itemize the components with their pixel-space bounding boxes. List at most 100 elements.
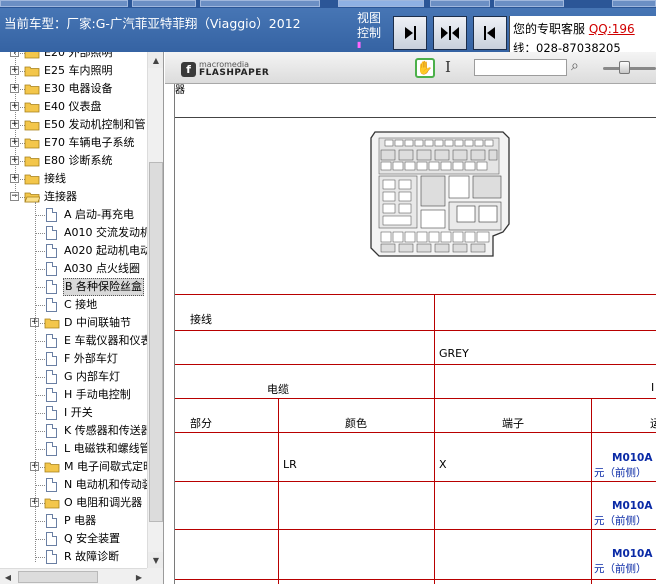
tree-item-label: A020 起动机电动 — [64, 244, 152, 257]
folder-icon — [24, 120, 40, 131]
top-tab-1[interactable] — [0, 0, 128, 7]
tree-item[interactable]: + M 电子间歇式定时 — [0, 458, 154, 476]
search-icon[interactable]: ⌕ — [571, 58, 579, 74]
tree-item-label: A010 交流发动机 — [64, 226, 152, 239]
document-icon — [46, 226, 57, 240]
tree-item[interactable]: R 故障诊断 — [0, 548, 150, 566]
top-tab-4[interactable] — [338, 0, 424, 7]
folder-icon — [44, 462, 60, 473]
fuse-box-diagram — [365, 128, 513, 260]
zoom-slider-knob[interactable] — [619, 61, 630, 74]
text-select-tool-button[interactable]: I — [445, 58, 451, 76]
tree-item[interactable]: A010 交流发动机 — [0, 224, 152, 242]
top-toolbar-strip — [0, 0, 656, 8]
tree-item-label: R 故障诊断 — [64, 550, 120, 563]
tree-item[interactable]: + E20 外部照明 — [0, 52, 150, 62]
tree-item-selected[interactable]: B 各种保险丝盒 — [0, 278, 150, 296]
tree-item[interactable]: + 接线 — [0, 170, 150, 188]
tree-item[interactable]: + D 中间联轴节 — [0, 314, 150, 332]
tree-item[interactable]: L 电磁铁和螺线管 — [0, 440, 151, 458]
scroll-right-arrow-icon[interactable]: ▶ — [131, 569, 147, 584]
tree-connector — [35, 251, 45, 252]
search-input[interactable] — [474, 59, 567, 76]
tree-item-label: A030 点火线圈 — [64, 262, 141, 275]
table-rule — [175, 481, 656, 482]
top-tab-2[interactable] — [132, 0, 196, 7]
tree-connector — [35, 287, 45, 288]
tree-horizontal-scroll-thumb[interactable] — [18, 571, 98, 583]
tree-item[interactable]: + O 电阻和调光器 — [0, 494, 150, 512]
tree-item[interactable]: A030 点火线圈 — [0, 260, 150, 278]
tree-item-label: C 接地 — [64, 298, 98, 311]
tree-item[interactable]: E 车载仪器和仪表 — [0, 332, 152, 350]
text-cursor-icon: I — [445, 58, 451, 76]
view-split-button[interactable] — [433, 16, 467, 50]
scroll-up-arrow-icon[interactable]: ▲ — [148, 52, 163, 68]
top-tab-7[interactable] — [612, 0, 656, 7]
tree-item[interactable]: A 启动-再充电 — [0, 206, 150, 224]
tree-horizontal-scrollbar[interactable]: ◀ ▶ — [0, 568, 147, 584]
tree-item[interactable]: − 连接器 — [0, 188, 150, 206]
tree-item[interactable]: H 手动电控制 — [0, 386, 150, 404]
customer-service-box: 您的专职客服 QQ:196 线：028-87038205 — [509, 16, 656, 55]
tree-item[interactable]: + E70 车辆电子系统 — [0, 134, 150, 152]
document-icon — [46, 280, 57, 294]
table-cell-cut: I — [651, 381, 655, 394]
scroll-left-arrow-icon[interactable]: ◀ — [0, 569, 16, 584]
document-icon — [46, 442, 57, 456]
table-rule — [175, 579, 656, 580]
top-tab-5[interactable] — [430, 0, 490, 7]
table-rule — [175, 432, 656, 433]
folder-icon — [24, 66, 40, 77]
tree-item-label: H 手动电控制 — [64, 388, 131, 401]
tree-item-label: E 车载仪器和仪表 — [64, 334, 152, 347]
hand-tool-button[interactable]: ✋ — [415, 58, 435, 78]
document-icon — [46, 298, 57, 312]
top-tab-6[interactable] — [494, 0, 564, 7]
tree-item[interactable]: F 外部车灯 — [0, 350, 150, 368]
tree-item[interactable]: P 电器 — [0, 512, 150, 530]
tree-item[interactable]: + E25 车内照明 — [0, 62, 150, 80]
tree-item[interactable]: A020 起动机电动 — [0, 242, 152, 260]
table-rule — [175, 330, 656, 331]
tree-item[interactable]: G 内部车灯 — [0, 368, 150, 386]
tree-item-label: D 中间联轴节 — [64, 316, 131, 329]
flashpaper-wordmark: macromedia FLASHPAPER — [199, 61, 269, 78]
tree-item-label: K 传感器和传送器 — [64, 424, 152, 437]
table-cell-code-sub: 元（前侧） — [594, 467, 647, 479]
tree-vertical-scrollbar[interactable]: ▲ ▼ — [147, 52, 163, 568]
table-rule — [175, 294, 656, 295]
document-icon — [46, 406, 57, 420]
tree-item[interactable]: + E80 诊断系统 — [0, 152, 150, 170]
tree-item[interactable]: + E30 电器设备 — [0, 80, 150, 98]
top-tab-3[interactable] — [200, 0, 320, 7]
qq-link[interactable]: QQ:196 — [589, 22, 635, 36]
tree-connector — [35, 413, 45, 414]
tree-item[interactable]: K 传感器和传送器 — [0, 422, 152, 440]
flashpaper-logo: f macromedia FLASHPAPER — [181, 60, 269, 78]
tree-item-label: M 电子间歇式定时 — [64, 460, 154, 473]
flashpaper-toolbar: f macromedia FLASHPAPER ✋ I ⌕ — [165, 52, 656, 84]
view-label-mark: ▮ — [357, 40, 362, 49]
hand-icon: ✋ — [416, 60, 434, 76]
tree-item[interactable]: I 开关 — [0, 404, 150, 422]
tree-item[interactable]: C 接地 — [0, 296, 150, 314]
table-cell-terminal-value: X — [439, 458, 447, 471]
tree-item-label: E80 诊断系统 — [44, 154, 113, 167]
tree-item[interactable]: Q 安全装置 — [0, 530, 150, 548]
tree-vertical-scroll-thumb[interactable] — [149, 162, 163, 522]
table-column-rule — [434, 294, 435, 584]
tree-item[interactable]: + E50 发动机控制和管 — [0, 116, 150, 134]
tree-item[interactable]: + E40 仪表盘 — [0, 98, 150, 116]
view-expand-right-button[interactable] — [393, 16, 427, 50]
tree-item-label: F 外部车灯 — [64, 352, 118, 365]
tree-item[interactable]: N 电动机和传动装 — [0, 476, 153, 494]
folder-icon — [24, 52, 40, 59]
view-expand-left-button[interactable] — [473, 16, 507, 50]
table-column-rule — [591, 398, 592, 584]
tree-item-label: E20 外部照明 — [44, 52, 113, 59]
tree-item-label: G 内部车灯 — [64, 370, 121, 383]
scroll-down-arrow-icon[interactable]: ▼ — [148, 552, 163, 568]
table-header-terminal: 端子 — [502, 417, 524, 430]
table-cell-code: M010A — [612, 500, 653, 512]
